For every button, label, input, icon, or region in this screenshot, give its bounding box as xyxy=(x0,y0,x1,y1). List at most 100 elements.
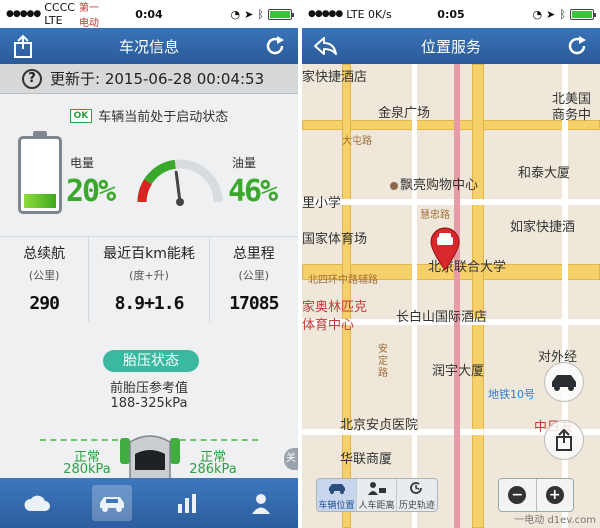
stat-title: 总续航 xyxy=(23,246,66,262)
stat-value: 17085 xyxy=(229,293,279,314)
car-icon xyxy=(328,484,345,494)
refresh-icon xyxy=(266,36,284,55)
map-label: 如家快捷酒 xyxy=(510,220,576,235)
map-road xyxy=(302,199,600,205)
drawer-handle[interactable]: 关 xyxy=(284,448,298,470)
map-label: 和泰大厦 xyxy=(518,166,571,181)
bluetooth-icon: ᛒ xyxy=(559,7,566,21)
fuel-value: 46% xyxy=(228,174,278,209)
map-label: 体育中心 xyxy=(302,318,355,333)
map-road-label: 大屯路 xyxy=(342,136,372,147)
seg-label: 车辆位置 xyxy=(318,501,355,511)
map-road-label: 北四环中路辅路 xyxy=(308,275,378,286)
stat-title: 总里程 xyxy=(232,246,275,262)
nav-bar: 车况信息 xyxy=(0,28,298,64)
map-label: 商务中 xyxy=(552,108,592,123)
location-service-screen: ●●●●● LTE 0K/s 0:05 ◔ ➤ ᛒ 位置服务 家快捷酒店 北美国… xyxy=(302,0,600,528)
alarm-icon: ◔ xyxy=(532,7,543,21)
tab-statistics[interactable] xyxy=(170,487,206,519)
map-road xyxy=(412,64,417,528)
carrier-label: CCCC LTE xyxy=(44,1,75,27)
refresh-button[interactable] xyxy=(564,34,590,58)
tab-profile[interactable] xyxy=(243,487,279,519)
map-view[interactable]: 家快捷酒店 北美国 商务中 金泉广场 大屯路 和泰大厦 里小学 飘亮购物中心 慧… xyxy=(302,64,600,528)
ok-badge: OK xyxy=(69,108,93,123)
left-tire-value: 280kPa xyxy=(63,462,111,477)
location-icon: ➤ xyxy=(546,7,556,21)
map-label: 家奥林匹克 xyxy=(302,300,368,315)
update-time-bar[interactable]: ? 更新于: 2015-06-28 00:04:53 xyxy=(0,64,298,94)
map-road-label: 慧忠路 xyxy=(420,210,450,221)
status-bar: ●●●●● CCCC LTE 第一电动 0:04 ◔ ➤ ᛒ xyxy=(0,0,298,29)
tab-weather[interactable] xyxy=(19,487,55,519)
refresh-button[interactable] xyxy=(262,34,288,58)
tire-pressure-badge: 胎压状态 xyxy=(103,350,199,372)
person-icon xyxy=(252,494,271,514)
stat-unit: (公里) xyxy=(28,269,60,282)
battery-value: 20% xyxy=(66,174,116,209)
seg-label: 人车距离 xyxy=(358,501,395,511)
car-locate-button[interactable] xyxy=(544,362,584,402)
stat-unit: (公里) xyxy=(238,269,270,282)
screenshot-root: ●●●●● CCCC LTE 第一电动 0:04 ◔ ➤ ᛒ 车况信息 ? 更新… xyxy=(0,0,600,528)
question-icon: ? xyxy=(22,68,42,89)
zoom-controls: − + xyxy=(498,478,574,512)
seg-vehicle-position[interactable]: 车辆位置 xyxy=(317,479,357,511)
stat-consumption: 最近百km能耗 (度+升) 8.9+1.6 xyxy=(89,237,210,322)
vehicle-status-screen: ●●●●● CCCC LTE 第一电动 0:04 ◔ ➤ ᛒ 车况信息 ? 更新… xyxy=(0,0,298,528)
metro-line xyxy=(454,64,460,528)
map-label: 华联商厦 xyxy=(340,452,393,467)
map-label: 里小学 xyxy=(302,196,342,211)
tire-ref-label: 前胎压参考值 xyxy=(109,381,188,396)
car-icon xyxy=(552,375,576,391)
tire-ref-range: 188-325kPa xyxy=(110,396,188,411)
map-road-label: 安定路 xyxy=(378,344,388,379)
map-label: 国家体育场 xyxy=(302,232,368,247)
signal-dots-icon: ●●●●● xyxy=(308,9,343,19)
stat-range: 总续航 (公里) 290 xyxy=(0,237,90,322)
right-tire-value: 286kPa xyxy=(189,462,237,477)
back-button[interactable] xyxy=(312,34,338,58)
fuel-gauge-icon xyxy=(137,159,223,206)
clock: 0:04 xyxy=(135,7,163,21)
zoom-in-button[interactable]: + xyxy=(537,479,574,511)
tire-diagram: 正常 280kPa 正常 286kPa xyxy=(0,432,298,480)
tab-bar xyxy=(0,478,298,528)
battery-level-icon xyxy=(18,131,62,214)
car-icon xyxy=(100,497,125,512)
tire-connector xyxy=(180,439,258,441)
car-top-view-icon xyxy=(120,435,180,480)
nav-bar: 位置服务 xyxy=(302,28,600,64)
battery-label: 电量 xyxy=(70,156,95,170)
map-metro-label: 地铁10号 xyxy=(488,388,535,401)
fuel-label: 油量 xyxy=(232,156,257,170)
refresh-icon xyxy=(568,36,586,55)
tab-vehicle[interactable] xyxy=(92,485,133,521)
share-icon xyxy=(14,34,32,58)
alarm-icon: ◔ xyxy=(230,7,241,21)
minus-icon: − xyxy=(508,486,527,504)
map-label: 长白山国际酒店 xyxy=(396,310,488,325)
battery-icon xyxy=(569,8,596,20)
watermark: 一电动 d1ev.com xyxy=(514,515,596,526)
tire-connector xyxy=(40,439,118,441)
vehicle-state-line: OK 车辆当前处于启动状态 xyxy=(0,106,298,125)
seg-history[interactable]: 历史轨迹 xyxy=(397,479,437,511)
stat-title: 最近百km能耗 xyxy=(103,246,195,262)
status-bar: ●●●●● LTE 0K/s 0:05 ◔ ➤ ᛒ xyxy=(302,0,600,28)
map-mode-switch: 车辆位置 人车距离 历史轨迹 xyxy=(316,478,438,512)
location-icon: ➤ xyxy=(244,7,254,21)
share-location-button[interactable] xyxy=(544,420,584,460)
map-label: 家快捷酒店 xyxy=(302,70,368,85)
map-road xyxy=(472,64,484,528)
signal-dots-icon: ●●●●● xyxy=(6,9,41,19)
stat-mileage: 总里程 (公里) 17085 xyxy=(210,237,298,322)
stat-value: 290 xyxy=(29,293,60,314)
share-button[interactable] xyxy=(10,34,36,58)
zoom-out-button[interactable]: − xyxy=(499,479,537,511)
vehicle-location-pin-icon[interactable] xyxy=(429,227,461,271)
seg-label: 历史轨迹 xyxy=(398,501,435,511)
map-label: 金泉广场 xyxy=(378,106,431,121)
seg-distance[interactable]: 人车距离 xyxy=(357,479,397,511)
person-car-icon xyxy=(367,482,386,495)
